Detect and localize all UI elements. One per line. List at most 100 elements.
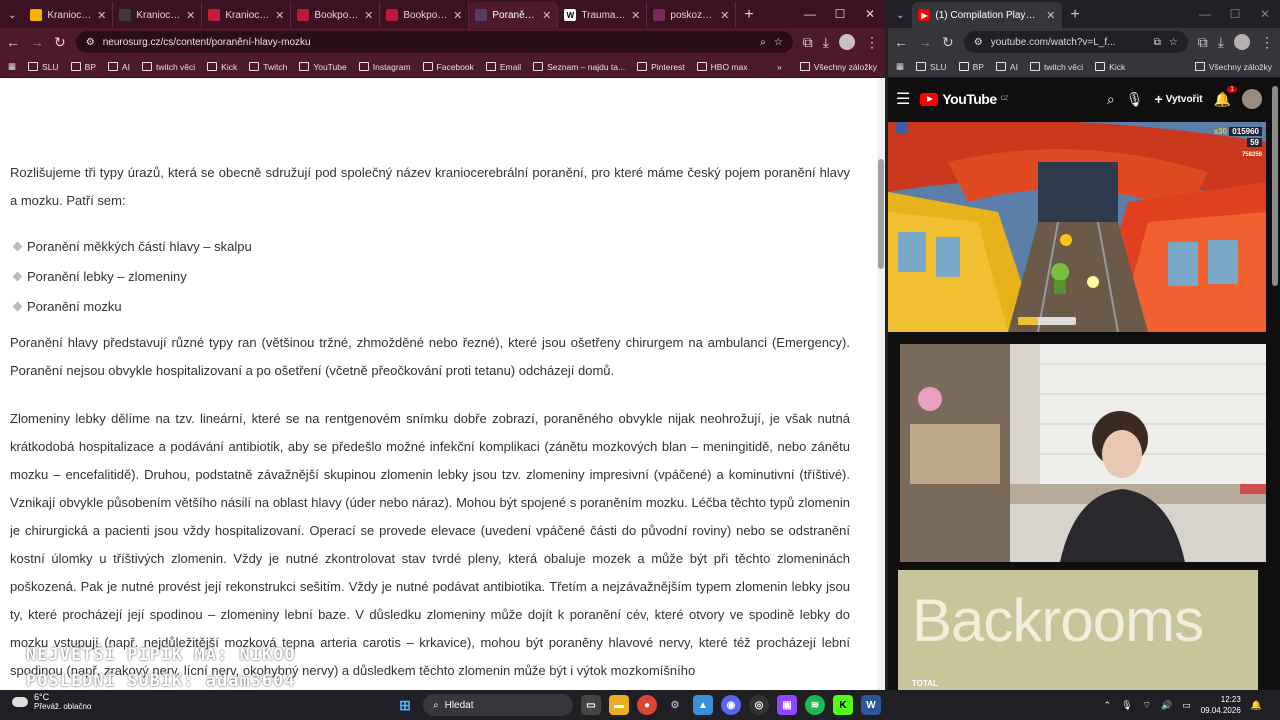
obs-icon[interactable]: ◎: [749, 695, 769, 715]
mic-icon[interactable]: 🎙: [1121, 700, 1132, 711]
back-icon[interactable]: ←: [6, 34, 20, 50]
download-icon[interactable]: ⤓: [1218, 34, 1224, 51]
address-bar[interactable]: ⚙ neurosurg.cz/cs/content/poranění-hlavy…: [75, 31, 793, 53]
bookmark-item[interactable]: BP: [958, 62, 984, 72]
apps-icon[interactable]: ▦: [8, 61, 16, 72]
page-scrollbar[interactable]: [877, 79, 885, 690]
bookmark-item[interactable]: Pinterest: [637, 62, 685, 72]
tab-close-icon[interactable]: ✕: [275, 9, 284, 22]
tab-search-button[interactable]: ⌄: [888, 2, 912, 28]
page-scrollbar[interactable]: [1270, 80, 1280, 690]
back-icon[interactable]: ←: [894, 34, 908, 50]
extensions-icon[interactable]: ⧉: [803, 34, 813, 51]
all-bookmarks-link[interactable]: Všechny záložky: [1209, 62, 1272, 72]
all-bookmarks-link[interactable]: Všechny záložky: [814, 62, 877, 72]
microphone-icon[interactable]: 🎙: [1126, 91, 1144, 108]
bookmark-item[interactable]: AI: [995, 62, 1018, 72]
battery-icon[interactable]: ▭: [1182, 700, 1191, 711]
spotify-icon[interactable]: ≋: [805, 695, 825, 715]
bookmark-item[interactable]: Kick: [1095, 62, 1125, 72]
tab-3[interactable]: Bookport - ✕: [291, 2, 381, 28]
tab-close-icon[interactable]: ✕: [631, 9, 640, 22]
tab-1[interactable]: Kraniocereb ✕: [113, 2, 203, 28]
volume-icon[interactable]: 🔊: [1161, 700, 1172, 711]
menu-icon[interactable]: ⋮: [1260, 34, 1274, 51]
address-bar[interactable]: ⚙ youtube.com/watch?v=L_f... ⧉ ☆: [963, 31, 1188, 53]
chrome-icon[interactable]: ●: [637, 695, 657, 715]
wifi-icon[interactable]: ⌔: [1143, 700, 1151, 711]
site-info-icon[interactable]: ⚙: [974, 37, 983, 48]
menu-icon[interactable]: ⋮: [865, 34, 879, 51]
tab-6[interactable]: W Traumatick ✕: [558, 2, 648, 28]
reload-icon[interactable]: ↻: [54, 34, 66, 51]
tray-expand-icon[interactable]: ⌃: [1104, 700, 1112, 711]
hamburger-menu-icon[interactable]: ☰: [896, 89, 910, 109]
apps-icon[interactable]: ▦: [896, 61, 904, 72]
notifications-icon[interactable]: 🔔: [1251, 700, 1262, 711]
bookmark-star-icon[interactable]: ☆: [774, 37, 783, 48]
weather-widget[interactable]: 6°C Převáž. oblačno: [12, 692, 91, 712]
bookmark-item[interactable]: Seznam – najdu ta...: [533, 62, 625, 72]
tab-close-icon[interactable]: ✕: [97, 9, 106, 22]
tab-close-icon[interactable]: ✕: [453, 9, 462, 22]
minimize-icon[interactable]: —: [1190, 0, 1220, 28]
profile-avatar[interactable]: [839, 34, 855, 50]
new-tab-button[interactable]: +: [1062, 2, 1087, 28]
taskbar-search[interactable]: ⌕ Hledat: [423, 694, 573, 716]
tab-0[interactable]: Kraniocereb ✕: [24, 2, 114, 28]
bookmark-item[interactable]: SLU: [28, 62, 59, 72]
zoom-icon[interactable]: ⌕: [760, 37, 766, 48]
file-explorer-icon[interactable]: ▬: [609, 695, 629, 715]
bookmark-item[interactable]: Facebook: [422, 62, 474, 72]
account-avatar[interactable]: [1242, 89, 1262, 109]
forward-icon[interactable]: →: [918, 34, 932, 50]
tab-youtube[interactable]: ▶ (1) Compilation PlayGame Sub ✕: [912, 2, 1063, 28]
youtube-logo[interactable]: YouTube CZ: [920, 91, 1008, 107]
bookmark-item[interactable]: twitch věci: [141, 62, 195, 72]
twitch-app-icon[interactable]: ▣: [777, 695, 797, 715]
bookmark-item[interactable]: twitch věci: [1029, 62, 1083, 72]
tab-close-icon[interactable]: ✕: [1046, 9, 1055, 22]
word-icon[interactable]: W: [861, 695, 881, 715]
maximize-icon[interactable]: ☐: [825, 0, 855, 28]
tab-search-button[interactable]: ⌄: [0, 2, 24, 28]
bookmark-item[interactable]: Instagram: [358, 62, 411, 72]
video-player[interactable]: x30 015960 59 758250: [888, 122, 1266, 332]
search-icon[interactable]: ⌕: [1107, 91, 1115, 108]
download-icon[interactable]: ⤓: [823, 34, 829, 51]
maximize-icon[interactable]: ☐: [1220, 0, 1250, 28]
bookmark-star-icon[interactable]: ☆: [1169, 37, 1178, 48]
backrooms-thumbnail[interactable]: Backrooms TOTAL: [898, 570, 1258, 690]
reload-icon[interactable]: ↻: [942, 34, 954, 51]
tab-5[interactable]: Poranění hl ✕: [469, 2, 559, 28]
minimize-icon[interactable]: —: [795, 0, 825, 28]
create-button[interactable]: + Vytvořit: [1155, 91, 1203, 107]
bookmark-item[interactable]: Twitch: [249, 62, 287, 72]
cast-icon[interactable]: ⧉: [1154, 37, 1161, 48]
photos-icon[interactable]: ▲: [693, 695, 713, 715]
new-tab-button[interactable]: +: [736, 2, 761, 28]
tab-2[interactable]: Kraniocereb ✕: [202, 2, 292, 28]
bookmark-item[interactable]: YouTube: [299, 62, 347, 72]
bookmark-item[interactable]: BP: [70, 62, 96, 72]
tab-close-icon[interactable]: ✕: [542, 9, 551, 22]
tab-close-icon[interactable]: ✕: [720, 9, 729, 22]
forward-icon[interactable]: →: [30, 34, 44, 50]
bookmark-item[interactable]: HBO max: [696, 62, 748, 72]
task-view-icon[interactable]: ▭: [581, 695, 601, 715]
clock[interactable]: 12:23 09.04.2026: [1201, 694, 1241, 716]
tab-close-icon[interactable]: ✕: [186, 9, 195, 22]
kick-icon[interactable]: K: [833, 695, 853, 715]
close-icon[interactable]: ✕: [855, 0, 885, 28]
bookmark-item[interactable]: Email: [485, 62, 521, 72]
discord-icon[interactable]: ◉: [721, 695, 741, 715]
notifications-bell-icon[interactable]: 🔔 1: [1214, 85, 1237, 108]
site-info-icon[interactable]: ⚙: [86, 37, 95, 48]
close-icon[interactable]: ✕: [1250, 0, 1280, 28]
tab-close-icon[interactable]: ✕: [364, 9, 373, 22]
bookmark-item[interactable]: Kick: [207, 62, 237, 72]
tab-7[interactable]: poskození ✕: [647, 2, 737, 28]
start-icon[interactable]: ⊞: [395, 695, 415, 715]
tab-4[interactable]: Bookport - ✕: [380, 2, 470, 28]
profile-avatar[interactable]: [1234, 34, 1250, 50]
